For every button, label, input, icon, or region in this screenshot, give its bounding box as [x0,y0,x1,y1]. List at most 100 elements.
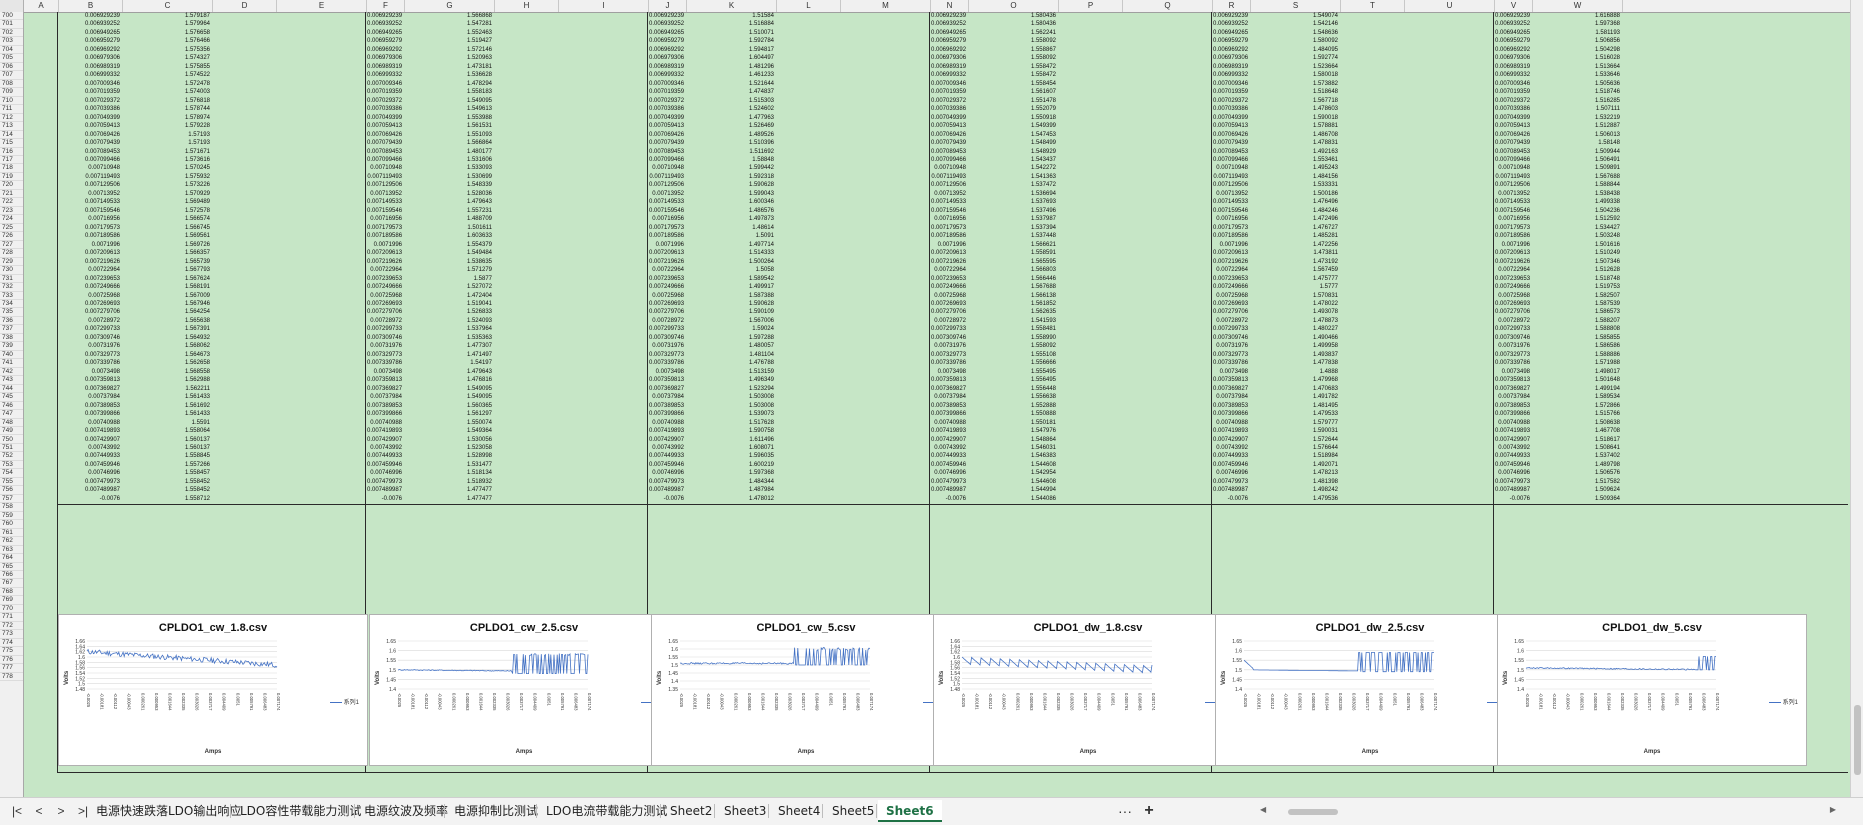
cell-amps[interactable]: 0.007329773 [59,351,120,359]
cell-amps[interactable]: 0.007299733 [649,325,684,333]
cell-amps[interactable]: 0.007479973 [1495,478,1530,486]
cell-volts[interactable]: 1.478294 [405,80,492,88]
cell-volts[interactable]: 1.569561 [123,232,210,240]
cell-amps[interactable]: 0.007369827 [931,385,966,393]
row-header[interactable]: 734 [0,300,23,309]
cell-volts[interactable]: 1.543437 [969,156,1056,164]
cell-volts[interactable]: 1.476727 [1251,224,1338,232]
column-header-i[interactable]: I [559,0,649,12]
cell-amps[interactable]: 0.007129506 [1213,181,1248,189]
cell-amps[interactable]: 0.00716956 [931,215,966,223]
row-header[interactable]: 703 [0,37,23,46]
row-header[interactable]: 744 [0,385,23,394]
row-header[interactable]: 760 [0,520,23,529]
cell-amps[interactable]: 0.00743992 [59,444,120,452]
cell-volts[interactable]: 1.555495 [969,368,1056,376]
cell-volts[interactable]: 1.549364 [405,427,492,435]
first-sheet-nav-icon[interactable]: |< [8,802,26,820]
cell-amps[interactable]: 0.007179573 [649,224,684,232]
cell-amps[interactable]: 0.00731976 [649,342,684,350]
cell-amps[interactable]: 0.007359813 [1495,376,1530,384]
cell-amps[interactable]: 0.007089453 [1213,148,1248,156]
cell-volts[interactable]: 1.518617 [1533,436,1620,444]
row-header[interactable]: 745 [0,393,23,402]
row-header[interactable]: 757 [0,495,23,504]
cell-amps[interactable]: 0.007209613 [649,249,684,257]
row-header[interactable]: 707 [0,71,23,80]
cell-amps[interactable]: 0.007419893 [931,427,966,435]
cell-volts[interactable]: 1.491782 [1251,393,1338,401]
cell-amps[interactable]: 0.00722964 [649,266,684,274]
cell-amps[interactable]: 0.007029372 [649,97,684,105]
column-header-s[interactable]: S [1251,0,1341,12]
cell-volts[interactable]: 1.537394 [969,224,1056,232]
cell-amps[interactable]: 0.00743992 [1495,444,1530,452]
cell-amps[interactable]: 0.007119493 [931,173,966,181]
cell-volts[interactable]: 1.518932 [405,478,492,486]
cell-amps[interactable]: 0.00716956 [1213,215,1248,223]
row-header[interactable]: 771 [0,613,23,622]
cell-volts[interactable]: 1.493078 [1251,308,1338,316]
cell-amps[interactable]: 0.007099466 [367,156,402,164]
row-header[interactable]: 718 [0,164,23,173]
cell-amps[interactable]: 0.00728972 [931,317,966,325]
scroll-right-icon[interactable]: ▶ [1830,805,1836,814]
cell-amps[interactable]: 0.007419893 [1495,427,1530,435]
cell-volts[interactable]: 1.552079 [969,105,1056,113]
cell-volts[interactable]: 1.558064 [123,427,210,435]
cell-amps[interactable]: 0.007009346 [367,80,402,88]
cell-amps[interactable]: 0.006959279 [59,37,120,45]
cell-amps[interactable]: 0.007479973 [1213,478,1248,486]
cell-volts[interactable]: 1.538635 [405,258,492,266]
cell-amps[interactable]: 0.006949265 [931,29,966,37]
cell-amps[interactable]: 0.007039386 [1213,105,1248,113]
chart-2[interactable]: CPLDO1_cw_2.5.csvVoltsAmps系列11.651.61.55… [369,614,679,766]
cell-amps[interactable]: 0.007339786 [1495,359,1530,367]
cell-volts[interactable]: 1.58148 [1533,139,1620,147]
cell-volts[interactable]: 1.560137 [123,444,210,452]
cell-volts[interactable]: 1.549074 [1251,12,1338,20]
cell-volts[interactable]: 1.592774 [1251,54,1338,62]
cell-volts[interactable]: 1.48614 [687,224,774,232]
cell-amps[interactable]: 0.007239653 [649,275,684,283]
cell-volts[interactable]: 1.504298 [1533,46,1620,54]
cell-amps[interactable]: 0.00731976 [931,342,966,350]
cell-amps[interactable]: 0.007249666 [367,283,402,291]
row-header[interactable]: 723 [0,207,23,216]
row-header[interactable]: 735 [0,308,23,317]
cell-volts[interactable]: 1.530056 [405,436,492,444]
cell-amps[interactable]: 0.007399866 [1495,410,1530,418]
column-header-b[interactable]: B [59,0,123,12]
cell-amps[interactable]: 0.006979306 [1495,54,1530,62]
cell-amps[interactable]: 0.007219626 [1213,258,1248,266]
row-header[interactable]: 756 [0,486,23,495]
cell-amps[interactable]: 0.007159546 [1495,207,1530,215]
cell-volts[interactable]: 1.556666 [969,359,1056,367]
cell-volts[interactable]: 1.567793 [123,266,210,274]
cell-amps[interactable]: 0.006999332 [59,71,120,79]
cell-volts[interactable]: 1.580436 [969,12,1056,20]
cell-amps[interactable]: 0.007339786 [59,359,120,367]
cell-volts[interactable]: 1.516028 [1533,54,1620,62]
cell-amps[interactable]: 0.007239653 [367,275,402,283]
cell-volts[interactable]: 1.5877 [405,275,492,283]
cell-volts[interactable]: 1.590628 [687,300,774,308]
column-header-g[interactable]: G [405,0,495,12]
cell-volts[interactable]: 1.550181 [969,419,1056,427]
cell-volts[interactable]: 1.608071 [687,444,774,452]
cell-volts[interactable]: 1.498017 [1533,368,1620,376]
cell-amps[interactable]: -0.0076 [1213,495,1248,503]
cell-volts[interactable]: 1.476816 [405,376,492,384]
cell-volts[interactable]: 1.549095 [405,97,492,105]
column-header-e[interactable]: E [277,0,367,12]
cell-amps[interactable]: 0.006939252 [367,20,402,28]
cell-amps[interactable]: 0.006929239 [367,12,402,20]
cell-volts[interactable]: 1.533093 [405,164,492,172]
cell-amps[interactable]: 0.007279706 [59,308,120,316]
row-header[interactable]: 709 [0,88,23,97]
cell-amps[interactable]: 0.006999332 [931,71,966,79]
cell-volts[interactable]: 1.501616 [1533,241,1620,249]
cell-amps[interactable]: 0.00728972 [367,317,402,325]
cell-volts[interactable]: 1.552888 [969,402,1056,410]
cell-volts[interactable]: 1.503248 [1533,232,1620,240]
